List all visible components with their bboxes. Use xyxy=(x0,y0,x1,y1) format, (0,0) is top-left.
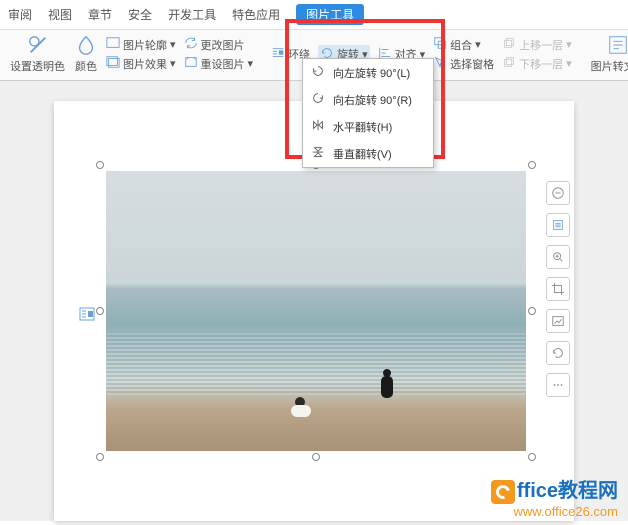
watermark-url: www.office26.com xyxy=(491,504,618,519)
select-pane-label: 选择窗格 xyxy=(450,56,494,72)
layout-options-icon[interactable] xyxy=(79,306,95,322)
resize-handle[interactable] xyxy=(528,307,536,315)
fill-button[interactable] xyxy=(546,213,570,237)
resize-handle[interactable] xyxy=(96,453,104,461)
more-button[interactable] xyxy=(546,373,570,397)
move-down-button: 下移一层 ▾ xyxy=(502,55,572,72)
image-figure xyxy=(379,369,395,401)
resize-handle[interactable] xyxy=(96,307,104,315)
flip-h-icon xyxy=(311,118,325,135)
group-label: 组合 xyxy=(450,37,472,53)
transparency-icon xyxy=(27,34,49,56)
change-picture-button[interactable]: 更改图片 xyxy=(184,36,254,53)
tab-chapter[interactable]: 章节 xyxy=(88,6,112,23)
rotate-side-button[interactable] xyxy=(546,341,570,365)
rotate-right-icon xyxy=(311,91,325,108)
crop-button[interactable] xyxy=(546,277,570,301)
image-sidebar xyxy=(546,181,570,397)
image-content xyxy=(106,171,526,451)
tab-picture-tools[interactable]: 图片工具 xyxy=(296,4,364,25)
reset-icon xyxy=(184,55,198,72)
group-button[interactable]: 组合 ▾ xyxy=(433,36,494,53)
chevron-down-icon: ▾ xyxy=(566,57,572,70)
tab-special[interactable]: 特色应用 xyxy=(232,6,280,23)
up-icon xyxy=(502,36,516,53)
move-up-label: 上移一层 xyxy=(519,37,563,53)
effect-label: 图片效果 xyxy=(123,56,167,72)
change-icon xyxy=(184,36,198,53)
pic-to-text-button[interactable]: 图片转文字 xyxy=(587,34,628,74)
color-label: 颜色 xyxy=(75,58,97,74)
chevron-down-icon: ▾ xyxy=(170,57,176,70)
effect-button[interactable]: 图片效果 ▾ xyxy=(106,55,176,72)
chevron-down-icon: ▾ xyxy=(170,38,176,51)
logo-icon xyxy=(491,480,515,504)
image-waves xyxy=(106,333,526,395)
outline-label: 图片轮廓 xyxy=(123,37,167,53)
change-label: 更改图片 xyxy=(201,37,245,53)
rotate-left-icon xyxy=(311,64,325,81)
tab-devtools[interactable]: 开发工具 xyxy=(168,6,216,23)
tab-review[interactable]: 审阅 xyxy=(8,6,32,23)
resize-handle[interactable] xyxy=(96,161,104,169)
outline-button[interactable]: 图片轮廓 ▾ xyxy=(106,36,176,53)
flip-vertical-item[interactable]: 垂直翻转(V) xyxy=(303,140,433,167)
image-figure xyxy=(291,397,313,417)
flip-v-icon xyxy=(311,145,325,162)
tab-view[interactable]: 视图 xyxy=(48,6,72,23)
color-button[interactable]: 颜色 xyxy=(71,34,101,74)
rotate-right-label: 向右旋转 90°(R) xyxy=(333,92,412,108)
chevron-down-icon: ▾ xyxy=(475,38,481,51)
pic-to-text-label: 图片转文字 xyxy=(591,58,628,74)
flip-h-label: 水平翻转(H) xyxy=(333,119,392,135)
color-icon xyxy=(75,34,97,56)
select-pane-button[interactable]: 选择窗格 xyxy=(433,55,494,72)
collapse-button[interactable] xyxy=(546,181,570,205)
menu-bar: 审阅 视图 章节 安全 开发工具 特色应用 图片工具 xyxy=(0,0,628,30)
rotate-left-item[interactable]: 向左旋转 90°(L) xyxy=(303,59,433,86)
rotate-left-label: 向左旋转 90°(L) xyxy=(333,65,410,81)
move-down-label: 下移一层 xyxy=(519,56,563,72)
group-icon xyxy=(433,36,447,53)
resize-handle[interactable] xyxy=(528,453,536,461)
reset-label: 重设图片 xyxy=(201,56,245,72)
pic-to-text-icon xyxy=(607,34,628,56)
watermark-title-text: ffice教程网 xyxy=(517,480,618,502)
effect-icon xyxy=(106,55,120,72)
rotate-dropdown: 向左旋转 90°(L) 向右旋转 90°(R) 水平翻转(H) 垂直翻转(V) xyxy=(302,58,434,168)
transparency-button[interactable]: 设置透明色 xyxy=(6,34,69,74)
transparency-label: 设置透明色 xyxy=(10,58,65,74)
tab-security[interactable]: 安全 xyxy=(128,6,152,23)
zoom-button[interactable] xyxy=(546,245,570,269)
chevron-down-icon: ▾ xyxy=(566,38,572,51)
watermark-title: ffice教程网 xyxy=(491,474,618,504)
replace-button[interactable] xyxy=(546,309,570,333)
outline-icon xyxy=(106,36,120,53)
chevron-down-icon: ▾ xyxy=(248,57,254,70)
selected-image[interactable] xyxy=(106,171,526,451)
reset-picture-button[interactable]: 重设图片 ▾ xyxy=(184,55,254,72)
resize-handle[interactable] xyxy=(312,453,320,461)
resize-handle[interactable] xyxy=(528,161,536,169)
watermark: ffice教程网 www.office26.com xyxy=(491,474,618,519)
down-icon xyxy=(502,55,516,72)
flip-v-label: 垂直翻转(V) xyxy=(333,146,392,162)
move-up-button: 上移一层 ▾ xyxy=(502,36,572,53)
rotate-right-item[interactable]: 向右旋转 90°(R) xyxy=(303,86,433,113)
select-icon xyxy=(433,55,447,72)
flip-horizontal-item[interactable]: 水平翻转(H) xyxy=(303,113,433,140)
wrap-icon xyxy=(271,46,285,63)
